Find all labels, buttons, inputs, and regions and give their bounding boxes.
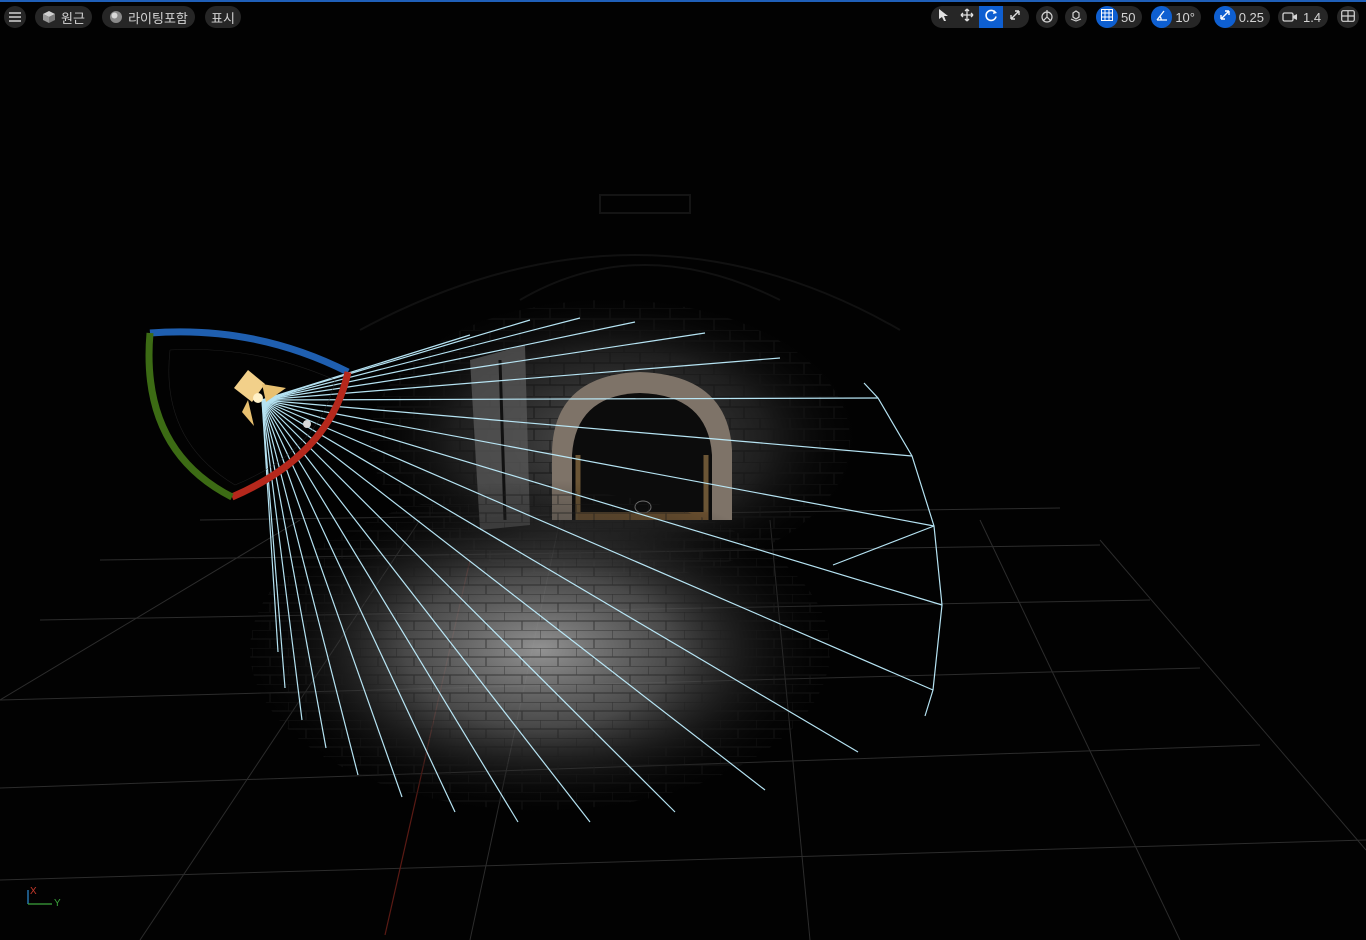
y-axis-label: Y [54, 898, 61, 909]
select-icon [937, 8, 949, 27]
translate-tool-button[interactable] [955, 6, 979, 28]
perspective-label: 원근 [61, 10, 85, 26]
lighting-mode-label: 라이팅포함 [128, 10, 188, 26]
hamburger-menu-icon [9, 10, 21, 25]
grid-snap-value[interactable]: 50 [1118, 10, 1141, 25]
scale-snap-value[interactable]: 0.25 [1236, 10, 1270, 25]
viewport-layout-button[interactable] [1337, 6, 1359, 28]
transform-tools [931, 6, 1029, 28]
x-axis-label: X [30, 886, 37, 897]
scale-arrow-icon [1219, 8, 1231, 26]
translate-icon [960, 8, 974, 27]
rotate-icon [984, 8, 998, 27]
layout-grid-icon [1341, 9, 1355, 25]
grid-snap-toggle[interactable] [1096, 6, 1118, 28]
surface-snap-button[interactable] [1065, 6, 1087, 28]
level-viewport[interactable]: 원근 라이팅포함 표시 50 10° 0.25 1.4 X Y [0, 0, 1366, 940]
viewport-active-border [0, 0, 1366, 2]
cube-icon [42, 10, 56, 24]
viewport-menu-button[interactable] [4, 6, 26, 28]
globe-axis-icon [1040, 9, 1054, 26]
camera-speed-value: 1.4 [1303, 9, 1322, 25]
select-tool-button[interactable] [931, 6, 955, 28]
camera-icon [1282, 11, 1298, 23]
grid-snap-control: 50 [1096, 6, 1142, 28]
perspective-button[interactable]: 원근 [35, 6, 92, 28]
lighting-mode-button[interactable]: 라이팅포함 [102, 6, 195, 28]
local-world-toggle-button[interactable] [1036, 6, 1058, 28]
rotation-snap-control: 10° [1151, 6, 1201, 28]
surface-snap-icon [1069, 9, 1083, 26]
lit-sphere-icon [109, 10, 123, 24]
axis-orientation-gizmo: X Y [22, 880, 72, 920]
scale-snap-toggle[interactable] [1214, 6, 1236, 28]
show-label: 표시 [211, 10, 235, 26]
rotate-tool-button[interactable] [979, 6, 1003, 28]
scale-tool-button[interactable] [1003, 6, 1027, 28]
rotation-snap-value[interactable]: 10° [1172, 10, 1201, 25]
lit-floor [240, 480, 840, 820]
rotation-snap-toggle[interactable] [1151, 6, 1173, 28]
show-button[interactable]: 표시 [205, 6, 241, 28]
scale-snap-control: 0.25 [1214, 6, 1270, 28]
angle-icon [1156, 8, 1168, 26]
scale-icon [1008, 8, 1022, 27]
camera-speed-control[interactable]: 1.4 [1278, 6, 1328, 28]
viewport-toolbar: 원근 라이팅포함 표시 50 10° 0.25 1.4 [0, 4, 1366, 30]
grid-icon [1101, 8, 1113, 26]
viewport-scene[interactable] [0, 0, 1366, 940]
